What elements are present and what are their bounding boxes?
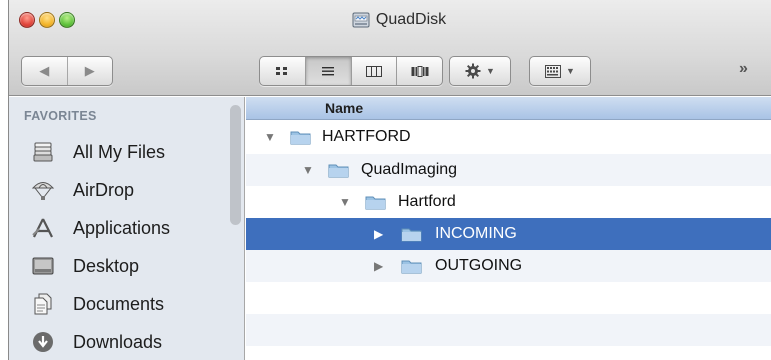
disclosure-triangle-icon[interactable]: ▼: [302, 163, 314, 177]
empty-row: [246, 314, 771, 346]
disclosure-triangle-icon[interactable]: ▶: [374, 227, 383, 241]
disclosure-triangle-icon[interactable]: ▶: [374, 259, 383, 273]
column-header-label: Name: [325, 100, 364, 116]
downloads-icon: [30, 330, 56, 354]
action-menu-button[interactable]: ▼: [449, 56, 511, 86]
sidebar-item-label: Documents: [73, 293, 165, 314]
column-view-icon: [365, 65, 382, 77]
sidebar-item-label: Desktop: [73, 255, 140, 276]
sidebar-section-title: FAVORITES: [24, 109, 97, 123]
all-files-icon: [30, 140, 56, 164]
sidebar-item-all-my-files[interactable]: All My Files: [9, 135, 224, 169]
chevron-down-icon: ▼: [486, 66, 495, 76]
disclosure-triangle-icon[interactable]: ▼: [339, 195, 351, 209]
sidebar-item-documents[interactable]: Documents: [9, 287, 224, 321]
list-row-quadimaging[interactable]: ▼ QuadImaging: [246, 154, 771, 186]
finder-window: QuadDisk ◀ ▶ ▼ ▼ » FAVORITES All My File…: [8, 0, 771, 360]
sidebar-item-airdrop[interactable]: AirDrop: [9, 173, 224, 207]
name-column-header[interactable]: Name: [246, 97, 771, 120]
disk-icon: [352, 12, 370, 28]
window-title: QuadDisk: [299, 8, 499, 32]
list-view-button[interactable]: [304, 57, 351, 85]
list-row-incoming[interactable]: ▶ INCOMING: [246, 218, 771, 250]
list-row-hartford-root[interactable]: ▼ HARTFORD: [246, 121, 771, 153]
file-name: HARTFORD: [322, 128, 411, 145]
empty-row: [246, 282, 771, 314]
gear-icon: [465, 63, 481, 79]
sidebar-scrollbar[interactable]: [230, 105, 241, 225]
documents-icon: [30, 292, 56, 316]
airdrop-icon: [30, 178, 56, 202]
window-title-text: QuadDisk: [375, 11, 447, 28]
folder-icon: [365, 196, 386, 210]
zoom-window-button[interactable]: [59, 12, 75, 28]
list-view-icon: [322, 66, 335, 75]
list-row-hartford[interactable]: ▼ Hartford: [246, 186, 771, 218]
arrange-menu-button[interactable]: ▼: [529, 56, 591, 86]
toolbar: QuadDisk ◀ ▶ ▼ ▼ »: [9, 0, 771, 96]
view-mode-control: [259, 56, 443, 86]
close-window-button[interactable]: [19, 12, 35, 28]
chevron-down-icon: ▼: [566, 66, 575, 76]
sidebar-item-label: Downloads: [73, 331, 163, 352]
file-name: QuadImaging: [361, 161, 458, 178]
sidebar-item-label: All My Files: [73, 141, 166, 162]
minimize-window-button[interactable]: [39, 12, 55, 28]
desktop-icon: [30, 254, 56, 278]
applications-icon: [30, 216, 56, 240]
folder-icon: [328, 164, 349, 178]
back-forward-control: ◀ ▶: [21, 56, 113, 86]
coverflow-view-icon: [411, 65, 429, 77]
folder-icon: [290, 131, 311, 145]
sidebar-item-desktop[interactable]: Desktop: [9, 249, 224, 283]
arrange-icon: [545, 64, 562, 78]
file-name: INCOMING: [435, 225, 517, 242]
coverflow-view-button[interactable]: [396, 57, 442, 85]
forward-button[interactable]: ▶: [66, 57, 113, 85]
folder-icon: [401, 228, 422, 242]
list-row-outgoing[interactable]: ▶ OUTGOING: [246, 250, 771, 282]
column-view-button[interactable]: [350, 57, 397, 85]
file-name: OUTGOING: [435, 257, 523, 274]
folder-icon: [401, 260, 422, 274]
sidebar-item-label: AirDrop: [73, 179, 135, 200]
icon-view-icon: [276, 66, 288, 75]
sidebar: FAVORITES All My Files AirDrop Applicati…: [9, 97, 245, 360]
file-name: Hartford: [398, 193, 456, 210]
toolbar-overflow-button[interactable]: »: [739, 60, 748, 78]
disclosure-triangle-icon[interactable]: ▼: [264, 130, 276, 144]
sidebar-item-label: Applications: [73, 217, 171, 238]
icon-view-button[interactable]: [260, 57, 305, 85]
back-button[interactable]: ◀: [22, 57, 67, 85]
file-list: Name ▼ HARTFORD ▼ QuadImaging ▼ Hartford…: [246, 97, 771, 360]
sidebar-item-applications[interactable]: Applications: [9, 211, 224, 245]
sidebar-item-downloads[interactable]: Downloads: [9, 325, 224, 359]
